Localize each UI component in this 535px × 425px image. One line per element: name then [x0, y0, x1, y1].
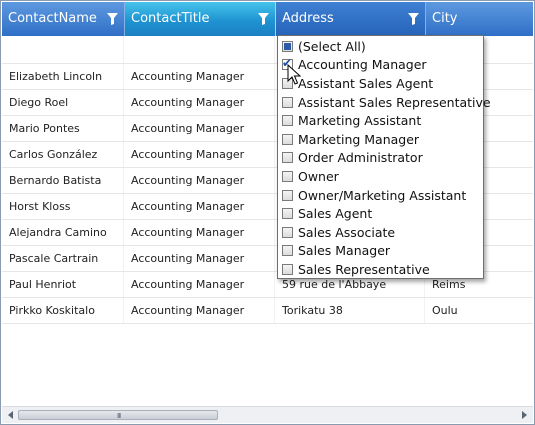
filter-checkbox[interactable] — [282, 208, 293, 220]
contact-name-cell: Paul Henriot — [2, 272, 124, 297]
scroll-right-arrow-icon[interactable] — [522, 411, 527, 419]
filter-checkbox[interactable] — [282, 40, 293, 52]
filter-option-label: (Select All) — [298, 38, 366, 54]
contact-name-cell: Elizabeth Lincoln — [2, 64, 124, 89]
contact-name-cell: Mario Pontes — [2, 116, 124, 141]
contact-name-cell: Carlos González — [2, 142, 124, 167]
filter-option[interactable]: Sales Representative — [278, 260, 483, 279]
filter-checkbox[interactable] — [282, 96, 293, 108]
contact-name-cell: Bernardo Batista — [2, 168, 124, 193]
filter-option-label: Sales Associate — [298, 224, 396, 240]
filter-option[interactable]: Marketing Manager — [278, 130, 483, 149]
filter-icon[interactable] — [258, 13, 269, 25]
contact-title-cell: Accounting Manager — [124, 272, 275, 297]
column-header-address[interactable]: Address — [276, 2, 426, 36]
filter-icon[interactable] — [107, 13, 118, 25]
column-header-contacttitle[interactable]: ContactTitle — [125, 2, 276, 36]
filter-dropdown: (Select All) ✔ Accounting Manager Assistant… — [277, 35, 491, 279]
contact-name-cell: Diego Roel — [2, 90, 124, 115]
filter-checkbox[interactable] — [282, 189, 293, 201]
contact-title-cell: Accounting Manager — [124, 90, 275, 115]
contact-title-cell: Accounting Manager — [124, 298, 275, 323]
contact-name-cell: Pirkko Koskitalo — [2, 298, 124, 323]
filter-checkbox[interactable] — [282, 226, 293, 238]
column-header-label: Address — [282, 11, 334, 26]
filter-option[interactable]: Sales Manager — [278, 242, 483, 261]
filter-option-label: Marketing Assistant — [298, 113, 422, 129]
mouse-cursor-icon — [287, 64, 301, 85]
filter-option-label: Assistant Sales Agent — [298, 75, 434, 91]
table-row[interactable]: Pirkko Koskitalo Accounting Manager Torika… — [2, 298, 533, 324]
scrollbar-thumb[interactable]: III — [18, 410, 218, 420]
filter-checkbox[interactable] — [282, 152, 293, 164]
contact-name-cell: Horst Kloss — [2, 194, 124, 219]
filter-option-label: Owner/Marketing Assistant — [298, 187, 467, 203]
filter-checkbox[interactable] — [282, 245, 293, 257]
contact-title-cell: Accounting Manager — [124, 116, 275, 141]
filter-option[interactable]: ✔ Accounting Manager — [278, 56, 483, 75]
filter-option-label: Sales Agent — [298, 206, 373, 222]
filter-checkbox[interactable] — [282, 133, 293, 145]
scroll-left-arrow-icon[interactable] — [8, 411, 13, 419]
filter-option-label: Marketing Manager — [298, 131, 420, 147]
contact-title-cell: Accounting Manager — [124, 142, 275, 167]
filter-checkbox[interactable] — [282, 170, 293, 182]
contact-title-cell: Accounting Manager — [124, 64, 275, 89]
filter-checkbox[interactable] — [282, 263, 293, 275]
filter-option[interactable]: Marketing Assistant — [278, 111, 483, 130]
column-header-label: ContactName — [8, 11, 97, 26]
contact-title-cell: Accounting Manager — [124, 246, 275, 271]
filter-option-label: Accounting Manager — [298, 57, 427, 73]
column-header-city[interactable]: City — [426, 2, 533, 36]
filter-option[interactable]: Owner — [278, 167, 483, 186]
filter-option-label: Owner — [298, 168, 339, 184]
filter-option-label: Sales Manager — [298, 243, 391, 259]
filter-option[interactable]: (Select All) — [278, 37, 483, 56]
city-cell: Oulu — [432, 304, 458, 317]
horizontal-scrollbar[interactable]: III — [2, 406, 533, 423]
filter-option-label: Order Administrator — [298, 150, 423, 166]
column-header-row: ContactName ContactTitle Address City — [2, 2, 533, 36]
scrollbar-grip: III — [117, 412, 121, 420]
filter-checkbox[interactable] — [282, 115, 293, 127]
filter-icon[interactable] — [408, 13, 419, 25]
contact-title-cell: Accounting Manager — [124, 220, 275, 245]
grid-view: ContactName ContactTitle Address City El… — [0, 0, 535, 425]
contact-title-cell: Accounting Manager — [124, 168, 275, 193]
address-cell: Torikatu 38 — [275, 298, 425, 323]
filter-option-label: Sales Representative — [298, 261, 430, 277]
filter-option[interactable]: Assistant Sales Agent — [278, 74, 483, 93]
contact-name-cell: Alejandra Camino — [2, 220, 124, 245]
contact-name-cell: Pascale Cartrain — [2, 246, 124, 271]
column-header-label: ContactTitle — [131, 11, 210, 26]
filter-option[interactable]: Sales Agent — [278, 204, 483, 223]
column-header-contactname[interactable]: ContactName — [2, 2, 125, 36]
filter-option[interactable]: Sales Associate — [278, 223, 483, 242]
filter-option[interactable]: Order Administrator — [278, 149, 483, 168]
column-header-label: City — [432, 11, 458, 26]
contact-title-cell: Accounting Manager — [124, 194, 275, 219]
filter-option[interactable]: Owner/Marketing Assistant — [278, 186, 483, 205]
filter-option-label: Assistant Sales Representative — [298, 94, 491, 110]
filter-option[interactable]: Assistant Sales Representative — [278, 93, 491, 112]
